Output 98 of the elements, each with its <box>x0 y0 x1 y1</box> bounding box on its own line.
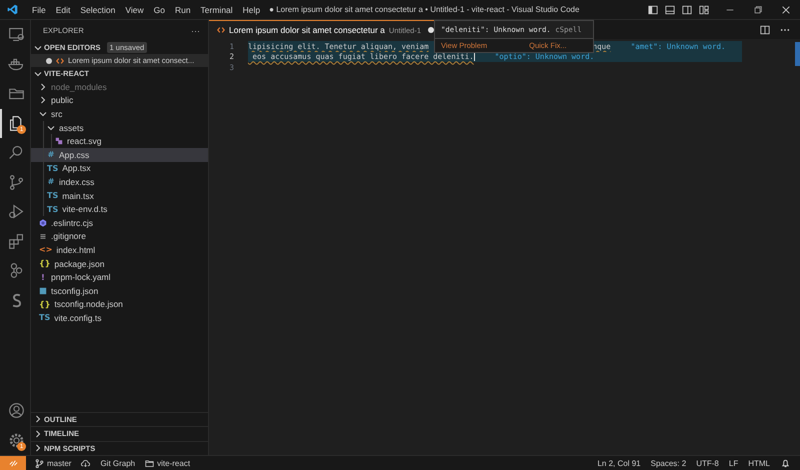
tree-item[interactable]: ! pnpm-lock.yaml <box>31 270 208 284</box>
settings-icon <box>8 432 24 449</box>
status-bar-item[interactable]: master <box>30 458 76 468</box>
file-name: index.css <box>59 176 94 187</box>
tree-item[interactable]: src <box>31 107 208 121</box>
cloud-icon <box>81 458 90 468</box>
file-name: main.tsx <box>62 190 94 201</box>
tree-item[interactable]: .eslintrc.cjs <box>31 216 208 230</box>
file-name: node_modules <box>51 82 107 92</box>
tree-item[interactable]: # App.css <box>31 148 208 162</box>
file-type-icon: <> <box>39 245 52 254</box>
file-type-icon: TS <box>47 164 58 173</box>
file-type-icon: # <box>47 150 55 160</box>
remote-button[interactable] <box>0 456 26 470</box>
extensions-icon <box>8 232 24 250</box>
file-name: src <box>51 108 62 119</box>
file-name: tsconfig.json <box>51 286 98 296</box>
tree-item[interactable]: TS main.tsx <box>31 188 208 202</box>
branch-icon <box>35 458 44 468</box>
notification-bell-icon[interactable] <box>781 458 790 468</box>
file-type-icon: ! <box>39 272 47 282</box>
menu-item[interactable]: Help <box>238 4 266 14</box>
sidebar-toggle-icon[interactable] <box>648 4 658 14</box>
scrollbar-thumb[interactable] <box>795 42 800 66</box>
file-name: package.json <box>54 258 104 269</box>
status-bar-item[interactable]: UTF-8 <box>691 458 724 468</box>
file-type-icon: {} <box>39 259 50 268</box>
tree-item[interactable]: public <box>31 94 208 108</box>
split-layout-icon[interactable] <box>682 4 692 14</box>
remote-icon <box>8 458 18 468</box>
chevron-icon <box>34 44 42 52</box>
monitor-icon <box>8 26 24 44</box>
split-editor-icon[interactable] <box>760 24 770 34</box>
tree-item[interactable]: TS vite.config.ts <box>31 311 208 325</box>
config-file-icon <box>39 286 47 295</box>
menu-item[interactable]: Edit <box>50 4 76 14</box>
file-type-icon: ≡ <box>39 232 47 241</box>
tree-item[interactable]: {} package.json <box>31 256 208 270</box>
file-name: public <box>51 95 74 106</box>
file-name: vite.config.ts <box>54 312 102 323</box>
more-actions-button[interactable]: ··· <box>191 26 200 36</box>
restore-icon[interactable] <box>753 4 763 14</box>
vscode-logo-icon <box>7 4 18 15</box>
file-name: .gitignore <box>51 231 86 242</box>
menu-item[interactable]: File <box>27 4 51 14</box>
file-name: index.html <box>56 244 96 255</box>
file-name: pnpm-lock.yaml <box>51 272 111 282</box>
layout-icon[interactable] <box>699 4 709 14</box>
file-name: App.tsx <box>62 163 91 174</box>
search-icon <box>8 144 24 162</box>
tab-title: Lorem ipsum dolor sit amet consectetur a <box>229 25 385 35</box>
file-type-icon: TS <box>47 191 58 200</box>
status-text: master <box>47 458 72 468</box>
file-type-icon: {} <box>39 300 50 309</box>
tree-item[interactable]: tsconfig.json <box>31 284 208 298</box>
code-file-icon <box>56 56 64 64</box>
menu-item[interactable]: Terminal <box>196 4 238 14</box>
tree-item[interactable]: <> index.html <box>31 243 208 257</box>
menu-item[interactable]: Go <box>148 4 170 14</box>
tree-item[interactable]: node_modules <box>31 80 208 94</box>
files-icon <box>8 114 24 132</box>
file-name: App.css <box>59 150 90 160</box>
hexagon-file-icon <box>39 218 47 227</box>
account-icon <box>8 402 24 420</box>
window-title: ● Lorem ipsum dolor sit amet consectetur a • Untitled-1 - vite-react - Visual Studio Code <box>269 5 580 14</box>
status-bar-item[interactable]: Ln 2, Col 91 <box>592 458 646 468</box>
file-type-icon: # <box>47 177 55 186</box>
file-name: vite-env.d.ts <box>62 204 108 214</box>
menu-item[interactable]: Run <box>170 4 196 14</box>
file-type-icon: TS <box>47 204 58 214</box>
tree-item[interactable]: ≡ .gitignore <box>31 230 208 244</box>
status-text: Git Graph <box>100 458 136 468</box>
tree-item[interactable]: {} tsconfig.node.json <box>31 298 208 312</box>
close-icon[interactable] <box>781 4 791 14</box>
folder-icon <box>145 458 154 468</box>
tree-item[interactable]: # index.css <box>31 175 208 189</box>
run-debug-icon <box>8 203 24 220</box>
file-name: assets <box>59 122 84 133</box>
file-name: tsconfig.node.json <box>54 299 123 310</box>
tree-item[interactable]: react.svg <box>31 134 208 148</box>
status-bar-item[interactable]: LF <box>724 458 744 468</box>
status-bar-item[interactable]: Git Graph <box>95 458 140 468</box>
source-control-icon <box>8 174 24 191</box>
status-bar-item[interactable]: Spaces: 2 <box>646 458 692 468</box>
menu-item[interactable]: Selection <box>75 4 120 14</box>
image-file-icon <box>55 137 63 146</box>
tree-item[interactable]: TS vite-env.d.ts <box>31 202 208 216</box>
code-file-icon <box>217 26 225 34</box>
status-bar-item[interactable]: vite-react <box>140 458 196 468</box>
menu-item[interactable]: View <box>120 4 149 14</box>
tree-item[interactable]: TS App.tsx <box>31 162 208 176</box>
status-bar-item[interactable]: HTML <box>743 458 775 468</box>
file-name: react.svg <box>67 136 102 146</box>
file-name: .eslintrc.cjs <box>51 218 94 228</box>
panel-toggle-icon[interactable] <box>665 4 675 14</box>
status-text: vite-react <box>157 458 190 468</box>
file-type-icon: TS <box>39 313 50 322</box>
tree-item[interactable]: assets <box>31 120 208 134</box>
